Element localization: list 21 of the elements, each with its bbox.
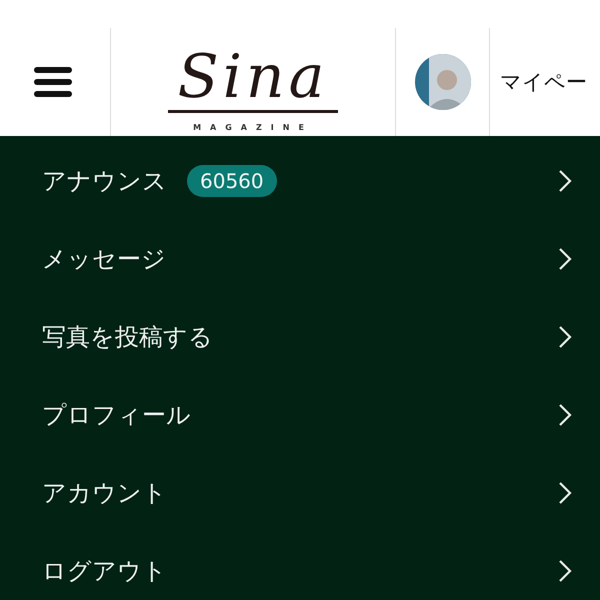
menu-item[interactable]: ログアウト [0,532,600,600]
menu-item[interactable]: プロフィール [0,376,600,454]
menu-label: プロフィール [42,400,191,431]
chevron-icon [558,169,572,193]
chevron-icon [558,247,572,271]
chevron-icon [558,325,572,349]
mypage-link[interactable]: マイペー [500,68,587,96]
chevron-icon [558,403,572,427]
menu-icon[interactable] [34,67,72,97]
menu-label: アカウント [42,478,167,509]
chevron-icon [558,481,572,505]
chevron-icon [558,559,572,583]
count-badge: 60560 [187,165,277,197]
menu-label: メッセージ [42,244,166,275]
menu-label: アナウンス [42,166,167,197]
menu-item[interactable]: アナウンス 60560 [0,142,600,220]
menu-item[interactable]: メッセージ [0,220,600,298]
menu-item[interactable]: アカウント [0,454,600,532]
menu-label: ログアウト [42,556,167,587]
menu-item[interactable]: 写真を投稿する [0,298,600,376]
menu-label: 写真を投稿する [42,322,213,353]
